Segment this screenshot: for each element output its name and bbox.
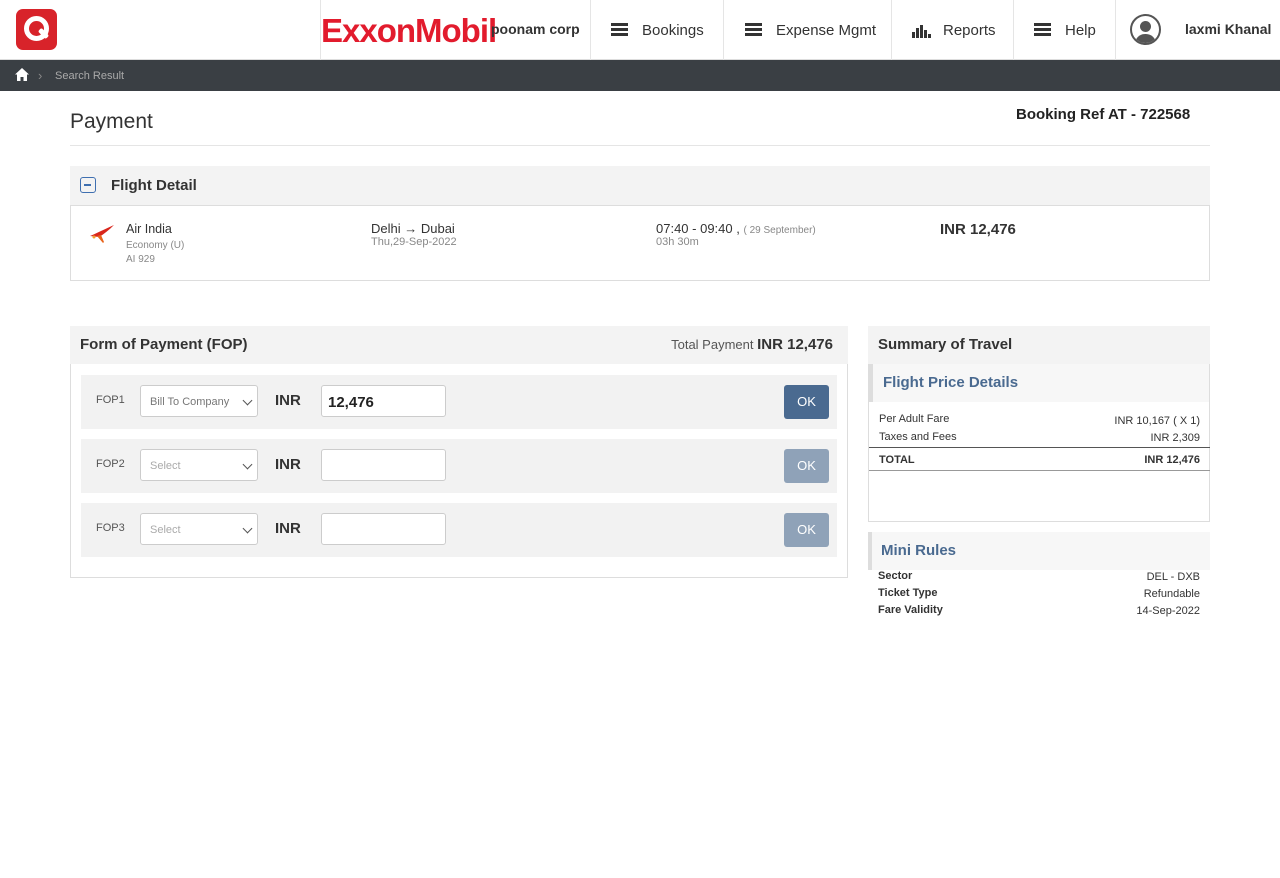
- fop1-ok-button[interactable]: OK: [784, 385, 829, 419]
- flight-detail-card: Air India Economy (U) AI 929 Delhi → Dub…: [70, 205, 1210, 281]
- fop2-amount-input[interactable]: [321, 449, 446, 481]
- flight-times-note: ( 29 September): [743, 225, 816, 236]
- nav-expense-label: Expense Mgmt: [776, 21, 877, 39]
- nav-reports[interactable]: Reports: [891, 0, 1013, 60]
- menu-icon: [611, 23, 629, 37]
- fop-label: FOP3: [96, 522, 125, 534]
- cabin-class: Economy (U): [126, 240, 185, 251]
- home-icon[interactable]: [15, 68, 29, 81]
- rule-label: Sector: [878, 570, 913, 582]
- fop-panel: FOP1 Bill To Company INR 12,476 OK FOP2 …: [70, 364, 848, 578]
- price-line-label: Taxes and Fees: [879, 431, 957, 443]
- divider: [869, 447, 1210, 448]
- rule-value: Refundable: [1143, 588, 1200, 600]
- user-name[interactable]: laxmi Khanal: [1185, 21, 1271, 37]
- fop2-ok-button[interactable]: OK: [784, 449, 829, 483]
- price-line-label: Per Adult Fare: [879, 413, 950, 425]
- user-avatar-icon[interactable]: [1130, 14, 1161, 45]
- fop1-select-value: Bill To Company: [150, 396, 230, 408]
- breadcrumb-current[interactable]: Search Result: [55, 70, 124, 82]
- rule-line: Fare Validity 14-Sep-2022: [878, 604, 1200, 617]
- flight-detail-header[interactable]: Flight Detail: [70, 166, 1210, 206]
- breadcrumb-separator-icon: ›: [38, 68, 43, 83]
- airline-name: Air India: [126, 222, 172, 236]
- nav-reports-label: Reports: [943, 21, 996, 39]
- nav-expense-mgmt[interactable]: Expense Mgmt: [723, 0, 891, 60]
- fop-row: FOP2 Select INR OK: [81, 439, 837, 493]
- flight-price: INR 12,476: [940, 221, 1016, 238]
- summary-title: Summary of Travel: [878, 336, 1013, 353]
- price-line-value: INR 10,167 ( X 1): [1114, 415, 1200, 427]
- flight-duration: 03h 30m: [656, 236, 699, 248]
- breadcrumb: › Search Result: [0, 60, 1280, 91]
- brand-area: ExxonMobil: [320, 0, 497, 60]
- flight-times: 07:40 - 09:40 , ( 29 September): [656, 221, 816, 236]
- booking-ref: Booking Ref AT - 722568: [1016, 106, 1191, 123]
- nav-help[interactable]: Help: [1013, 0, 1115, 60]
- mini-rules: Mini Rules Sector DEL - DXB Ticket Type …: [868, 532, 1210, 632]
- divider: [70, 145, 1210, 146]
- nav-bookings-label: Bookings: [642, 21, 704, 39]
- fop3-amount-input[interactable]: [321, 513, 446, 545]
- rule-line: Sector DEL - DXB: [878, 570, 1200, 583]
- chevron-down-icon: [242, 395, 253, 406]
- flight-times-value: 07:40 - 09:40 ,: [656, 221, 740, 236]
- fop-currency: INR: [275, 456, 301, 473]
- header: ExxonMobil poonam corp Bookings Expense …: [0, 0, 1280, 60]
- menu-icon: [745, 23, 763, 37]
- price-total-label: TOTAL: [879, 454, 915, 466]
- fop-currency: INR: [275, 392, 301, 409]
- flight-route: Delhi → Dubai: [371, 221, 455, 236]
- total-payment: Total Payment INR 12,476: [671, 336, 833, 353]
- price-details-title: Flight Price Details: [883, 374, 1019, 391]
- price-line: Taxes and Fees INR 2,309: [879, 431, 1200, 444]
- price-total-value: INR 12,476: [1144, 454, 1200, 466]
- chevron-down-icon: [242, 523, 253, 534]
- summary-header: Summary of Travel: [868, 326, 1210, 365]
- flight-detail-title: Flight Detail: [111, 177, 197, 194]
- fop3-ok-button[interactable]: OK: [784, 513, 829, 547]
- air-india-logo-icon: [90, 225, 114, 243]
- price-total: TOTAL INR 12,476: [879, 454, 1200, 466]
- total-payment-label: Total Payment: [671, 337, 754, 352]
- fop3-select-value: Select: [150, 524, 181, 536]
- app-logo-icon[interactable]: [16, 9, 57, 50]
- flight-number: AI 929: [126, 254, 155, 265]
- fop-title: Form of Payment (FOP): [80, 336, 248, 353]
- corp-name: poonam corp: [491, 21, 580, 37]
- total-payment-value: INR 12,476: [757, 336, 833, 353]
- price-line-value: INR 2,309: [1150, 432, 1200, 444]
- price-line: Per Adult Fare INR 10,167 ( X 1): [879, 413, 1200, 427]
- fop-row: FOP1 Bill To Company INR 12,476 OK: [81, 375, 837, 429]
- flight-date: Thu,29-Sep-2022: [371, 236, 457, 248]
- brand-logo: ExxonMobil: [321, 12, 497, 49]
- bar-chart-icon: [912, 23, 931, 38]
- fop-currency: INR: [275, 520, 301, 537]
- rule-value: 14-Sep-2022: [1136, 605, 1200, 617]
- fop-label: FOP2: [96, 458, 125, 470]
- fop-row: FOP3 Select INR OK: [81, 503, 837, 557]
- fop1-select[interactable]: Bill To Company: [140, 385, 258, 417]
- fop3-select[interactable]: Select: [140, 513, 258, 545]
- rule-label: Ticket Type: [878, 587, 938, 599]
- fop-header: Form of Payment (FOP) Total Payment INR …: [70, 326, 848, 365]
- nav-bookings[interactable]: Bookings: [590, 0, 723, 60]
- fop1-amount-input[interactable]: 12,476: [321, 385, 446, 417]
- fop2-select-value: Select: [150, 460, 181, 472]
- chevron-down-icon: [242, 459, 253, 470]
- rule-line: Ticket Type Refundable: [878, 587, 1200, 600]
- mini-rules-header: Mini Rules: [868, 532, 1210, 570]
- fop-label: FOP1: [96, 394, 125, 406]
- fop2-select[interactable]: Select: [140, 449, 258, 481]
- flight-price-details: Flight Price Details Per Adult Fare INR …: [868, 364, 1210, 522]
- menu-icon: [1034, 23, 1052, 37]
- collapse-icon[interactable]: [80, 177, 96, 193]
- divider: [869, 470, 1210, 471]
- rule-label: Fare Validity: [878, 604, 943, 616]
- mini-rules-title: Mini Rules: [881, 542, 957, 559]
- rule-value: DEL - DXB: [1146, 571, 1200, 583]
- price-details-header: Flight Price Details: [869, 364, 1209, 402]
- nav-help-label: Help: [1065, 21, 1096, 39]
- page-title: Payment: [70, 110, 153, 133]
